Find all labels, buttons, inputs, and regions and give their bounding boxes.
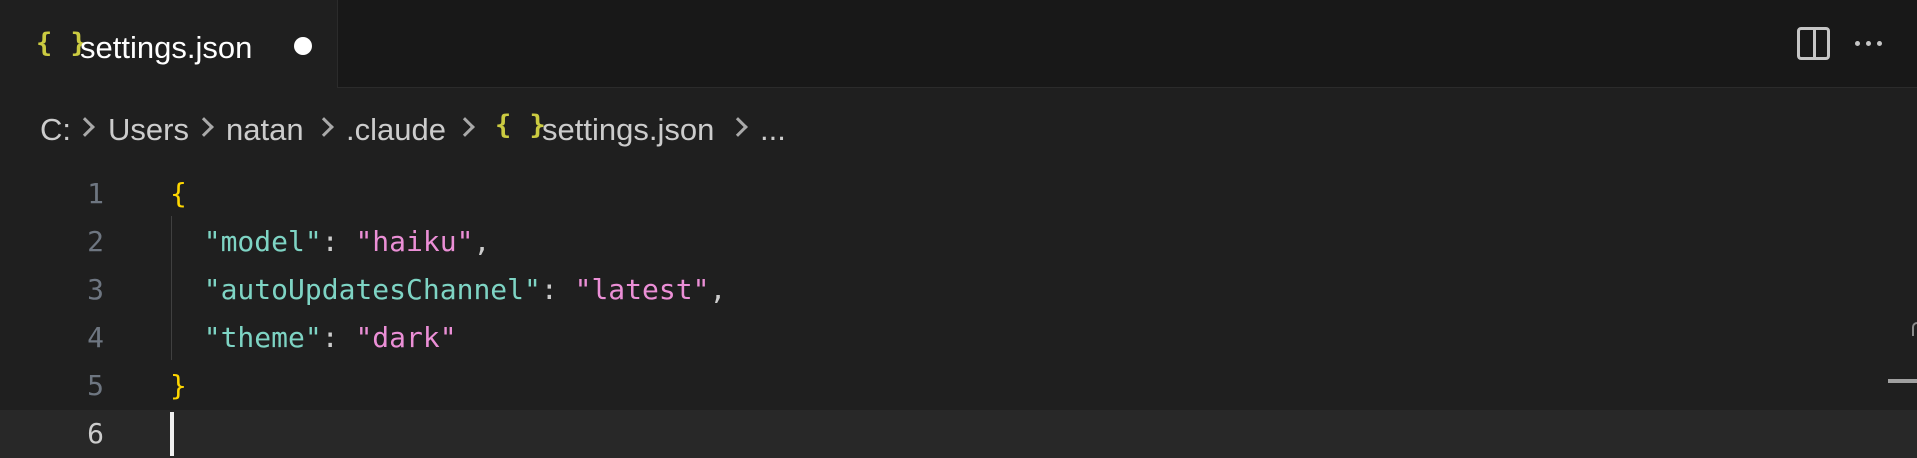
breadcrumb-symbol[interactable]: ... (760, 112, 786, 148)
json-value: "latest" (574, 273, 710, 306)
chevron-right-icon (75, 117, 95, 137)
json-comma: , (473, 225, 491, 258)
line-number: 2 (87, 225, 104, 258)
tab-bar: { } settings.json (0, 0, 1917, 88)
breadcrumb-users[interactable]: Users (108, 112, 189, 148)
code-text: "model": "haiku", (170, 218, 491, 266)
overview-ruler-cursor-mark (1888, 379, 1917, 383)
chevron-right-icon (728, 117, 748, 137)
line-number: 3 (87, 273, 104, 306)
json-value: "dark" (355, 321, 457, 354)
json-key: "autoUpdatesChannel" (203, 273, 541, 306)
code-line[interactable]: 2 "model": "haiku", (0, 218, 1917, 266)
code-line[interactable]: 4 "theme": "dark" (0, 314, 1917, 362)
code-line[interactable]: 5 } (0, 362, 1917, 410)
close-brace: } (170, 369, 187, 402)
open-brace: { (170, 177, 187, 210)
json-key: "model" (203, 225, 322, 258)
breadcrumb-drive[interactable]: C: (40, 112, 71, 148)
line-number: 6 (87, 417, 104, 450)
breadcrumb-folder[interactable]: .claude (346, 112, 446, 148)
code-line[interactable]: 1 { (0, 170, 1917, 218)
json-value: "haiku" (355, 225, 474, 258)
breadcrumb: C: Users natan .claude { } settings.json… (0, 88, 1917, 168)
scrollbar-edge[interactable] (1912, 322, 1917, 336)
json-key: "theme" (203, 321, 322, 354)
chevron-right-icon (314, 117, 334, 137)
split-editor-icon[interactable] (1797, 27, 1830, 60)
code-line-current[interactable]: 6 (0, 410, 1917, 458)
editor-window: { } settings.json C: Users natan .claude… (0, 0, 1917, 458)
code-editor[interactable]: 1 { 2 "model": "haiku", 3 "autoUpdatesCh… (0, 168, 1917, 458)
line-number: 4 (87, 321, 104, 354)
tab-label: settings.json (80, 30, 253, 65)
json-colon: : (540, 273, 575, 306)
json-comma: , (709, 273, 727, 306)
chevron-right-icon (194, 117, 214, 137)
code-line[interactable]: 3 "autoUpdatesChannel": "latest", (0, 266, 1917, 314)
breadcrumb-user[interactable]: natan (226, 112, 304, 148)
line-number: 1 (87, 177, 104, 210)
line-number: 5 (87, 369, 104, 402)
tab-settings-json[interactable]: { } settings.json (0, 0, 338, 88)
code-text: "autoUpdatesChannel": "latest", (170, 266, 727, 314)
json-colon: : (321, 225, 356, 258)
breadcrumb-file[interactable]: settings.json (542, 112, 714, 148)
code-text: "theme": "dark" (170, 314, 457, 362)
json-colon: : (321, 321, 356, 354)
more-actions-icon[interactable] (1855, 41, 1885, 47)
unsaved-changes-dot-icon[interactable] (294, 37, 312, 55)
chevron-right-icon (455, 117, 475, 137)
text-cursor (170, 412, 174, 456)
code-text: { (170, 170, 187, 218)
code-text: } (170, 362, 187, 410)
json-braces-icon: { } (495, 110, 547, 141)
